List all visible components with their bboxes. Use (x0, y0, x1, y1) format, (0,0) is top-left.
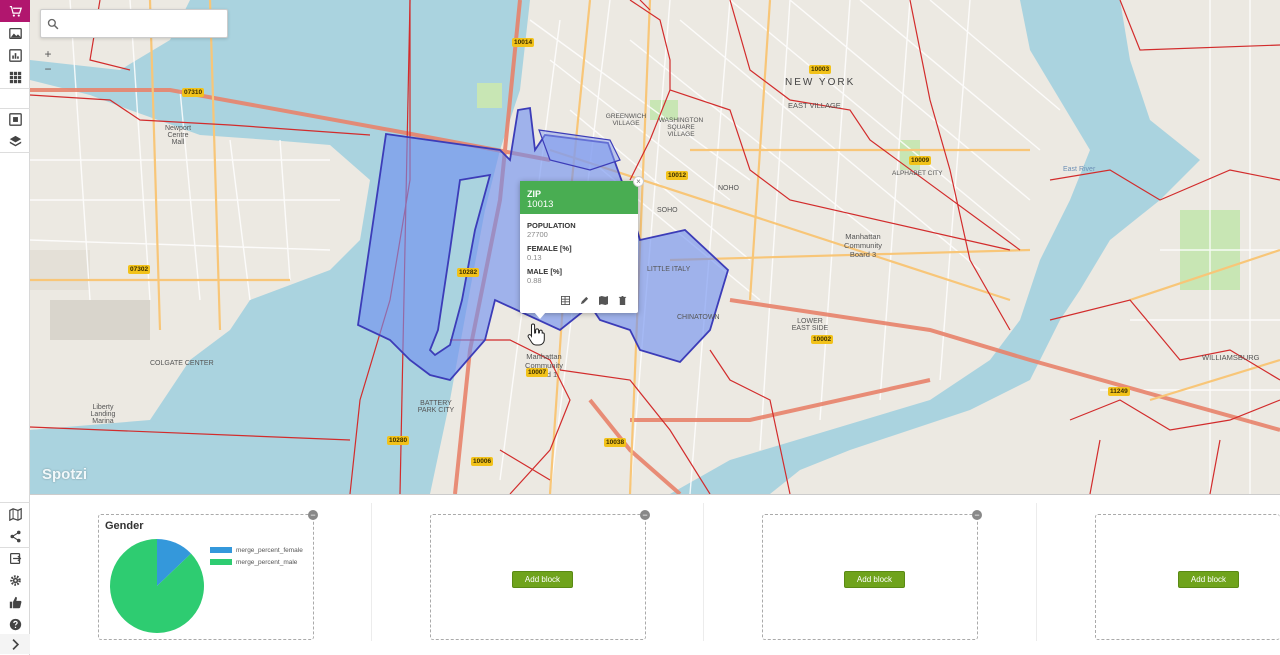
map-label: LITTLE ITALY (647, 266, 691, 273)
dashboard-panel: Gender merge_percent_female merge_percen… (30, 494, 1280, 655)
legend-item: merge_percent_male (210, 556, 303, 568)
search-input[interactable] (65, 16, 225, 31)
popup-field-key: FEMALE [%] (527, 244, 572, 253)
dashboard-block-empty: Add block − (762, 510, 982, 640)
cart-icon[interactable] (0, 0, 30, 22)
zoom-control: + − (40, 46, 56, 76)
map-label: Manhattan Community Board 3 (844, 232, 882, 259)
legend-swatch (210, 559, 232, 565)
zip-badge: 10012 (666, 171, 689, 180)
map-view[interactable]: + − NEW YORK EAST VILLAGE GREENWICH VILL… (30, 0, 1280, 494)
popup-field-value: 0.88 (527, 276, 542, 285)
map-label: East River (1063, 166, 1096, 173)
hand-cursor-icon (527, 323, 545, 346)
grid-icon[interactable] (0, 66, 30, 88)
map-label: SOHO (657, 207, 678, 214)
column-divider (703, 503, 704, 641)
chart-legend: merge_percent_female merge_percent_male (210, 544, 303, 568)
chart-icon[interactable] (0, 44, 30, 66)
map-label: WASHINGTON SQUARE VILLAGE (658, 117, 704, 138)
zip-badge: 10009 (909, 156, 932, 165)
column-divider (371, 503, 372, 641)
chevron-right-icon[interactable] (0, 634, 30, 654)
share-icon[interactable] (0, 525, 30, 547)
map-label: COLGATE CENTER (150, 360, 214, 367)
zoom-out-button[interactable]: − (40, 61, 56, 76)
zip-badge: 10014 (512, 38, 535, 47)
zip-badge: 10280 (387, 436, 410, 445)
add-block-button[interactable]: Add block (512, 571, 573, 588)
thumbs-up-icon[interactable] (0, 591, 30, 613)
popup-field-value: 27700 (527, 230, 548, 239)
dashboard-block-gender: Gender merge_percent_female merge_percen… (98, 510, 318, 640)
remove-block-button[interactable]: − (972, 510, 982, 520)
remove-block-button[interactable]: − (308, 510, 318, 520)
rail-divider (0, 152, 30, 153)
map-label: NOHO (718, 185, 739, 192)
layers-icon[interactable] (0, 130, 30, 152)
add-block-button[interactable]: Add block (1178, 571, 1239, 588)
feature-popup: ZIP 10013 POPULATION 27700 FEMALE [%] 0.… (520, 176, 644, 319)
gear-icon[interactable] (0, 569, 30, 591)
map-label: CHINATOWN (677, 314, 720, 321)
map-label: ALPHABET CITY (892, 170, 943, 177)
column-divider (1036, 503, 1037, 641)
trash-icon[interactable] (617, 295, 627, 305)
popup-header-key: ZIP (527, 189, 542, 199)
popup-pointer (534, 312, 546, 319)
dashboard-block-empty: Add block (1095, 514, 1280, 640)
map-label: LOWER EAST SIDE (791, 318, 829, 332)
map-icon[interactable] (598, 295, 608, 305)
basemap (30, 0, 1280, 494)
popup-close-button[interactable]: × (633, 176, 644, 187)
map-label: Newport Centre Mall (164, 125, 192, 146)
zoom-in-button[interactable]: + (40, 46, 56, 61)
gender-pie-chart (110, 539, 204, 633)
map-search[interactable] (40, 9, 228, 38)
table-icon[interactable] (560, 295, 570, 305)
zip-badge: 10007 (526, 368, 549, 377)
left-toolbar (0, 0, 30, 655)
popup-field-key: POPULATION (527, 221, 576, 230)
legend-label: merge_percent_female (236, 546, 303, 554)
image-icon[interactable] (0, 22, 30, 44)
popup-body: POPULATION 27700 FEMALE [%] 0.13 MALE [%… (520, 214, 638, 285)
help-icon[interactable] (0, 613, 30, 635)
map-icon[interactable] (0, 503, 30, 525)
rail-divider (0, 88, 30, 89)
app-root: + − NEW YORK EAST VILLAGE GREENWICH VILL… (0, 0, 1280, 655)
zip-badge: 07302 (128, 265, 151, 274)
map-label: Liberty Landing Marina (90, 404, 116, 425)
zip-badge: 10282 (457, 268, 480, 277)
logout-icon[interactable] (0, 547, 30, 569)
add-block-button[interactable]: Add block (844, 571, 905, 588)
popup-toolbar (560, 295, 627, 305)
popup-header-value: 10013 (527, 199, 554, 210)
map-label: WILLIAMSBURG (1202, 353, 1260, 362)
popup-header: ZIP 10013 (520, 181, 638, 214)
legend-swatch (210, 547, 232, 553)
zip-badge: 11249 (1108, 387, 1130, 396)
map-label: NEW YORK (785, 77, 856, 88)
map-label: GREENWICH VILLAGE (605, 113, 647, 127)
spotzi-logo: Spotzi (42, 466, 87, 483)
remove-block-button[interactable]: − (640, 510, 650, 520)
zip-badge: 10003 (809, 65, 832, 74)
legend-item: merge_percent_female (210, 544, 303, 556)
zip-badge: 10006 (471, 457, 494, 466)
dashboard-block-empty: Add block − (430, 510, 650, 640)
legend-label: merge_percent_male (236, 558, 298, 566)
popup-field-key: MALE [%] (527, 267, 562, 276)
edit-icon[interactable] (579, 295, 589, 305)
zip-badge: 10038 (604, 438, 627, 447)
popup-field-value: 0.13 (527, 253, 542, 262)
select-icon[interactable] (0, 108, 30, 130)
block-title: Gender (105, 520, 144, 532)
zip-badge: 10002 (811, 335, 834, 344)
map-label: BATTERY PARK CITY (417, 400, 455, 414)
search-icon (47, 18, 59, 29)
map-label: EAST VILLAGE (788, 101, 841, 110)
zip-badge: 07310 (182, 88, 205, 97)
